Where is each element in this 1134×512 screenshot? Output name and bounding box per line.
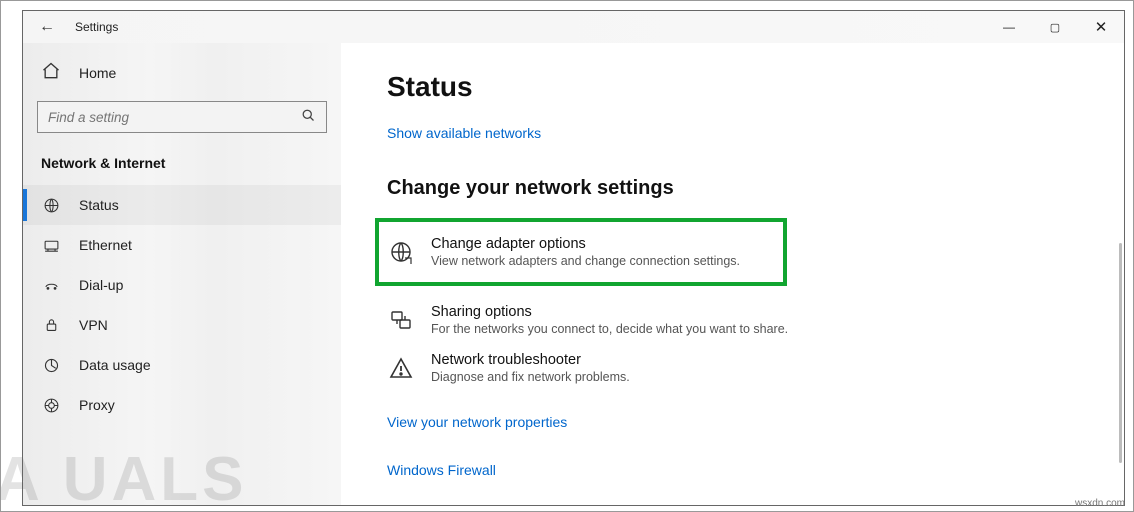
window-title: Settings [75, 20, 118, 34]
maximize-button[interactable]: ▢ [1032, 11, 1078, 43]
option-change-adapter[interactable]: Change adapter options View network adap… [387, 228, 773, 276]
home-label: Home [79, 65, 116, 81]
nav-item-status[interactable]: Status [23, 185, 341, 225]
back-button[interactable]: ← [37, 18, 57, 36]
settings-window: ← Settings ― ▢ ✕ Home [22, 10, 1125, 506]
nav-label: VPN [79, 317, 108, 333]
content-pane: Status Show available networks Change yo… [341, 43, 1124, 505]
nav-item-dialup[interactable]: Dial-up [23, 265, 341, 305]
home-button[interactable]: Home [23, 55, 341, 91]
page-title: Status [387, 71, 1104, 103]
windows-firewall-link[interactable]: Windows Firewall [387, 462, 496, 478]
nav-item-datausage[interactable]: Data usage [23, 345, 341, 385]
troubleshooter-icon [387, 354, 415, 382]
sidebar: Home Network & Internet [23, 43, 341, 505]
nav-label: Status [79, 197, 119, 213]
nav-label: Data usage [79, 357, 151, 373]
minimize-button[interactable]: ― [986, 11, 1032, 43]
nav-item-ethernet[interactable]: Ethernet [23, 225, 341, 265]
search-input[interactable] [37, 101, 327, 133]
view-properties-link[interactable]: View your network properties [387, 414, 567, 430]
show-networks-link[interactable]: Show available networks [387, 125, 541, 141]
nav-label: Ethernet [79, 237, 132, 253]
option-desc: For the networks you connect to, decide … [431, 322, 788, 336]
search-field[interactable] [48, 110, 301, 125]
proxy-icon [41, 395, 61, 415]
category-heading: Network & Internet [41, 155, 341, 171]
globe-icon [41, 195, 61, 215]
search-icon [301, 108, 316, 126]
option-desc: View network adapters and change connect… [431, 254, 740, 268]
close-button[interactable]: ✕ [1078, 11, 1124, 43]
option-title: Change adapter options [431, 236, 740, 252]
nav-list: Status Ethernet Dial-up [23, 185, 341, 425]
ethernet-icon [41, 235, 61, 255]
scrollbar-thumb[interactable] [1119, 243, 1122, 463]
nav-item-proxy[interactable]: Proxy [23, 385, 341, 425]
home-icon [41, 61, 61, 85]
section-heading: Change your network settings [387, 177, 1104, 200]
nav-label: Proxy [79, 397, 115, 413]
option-title: Sharing options [431, 304, 788, 320]
nav-label: Dial-up [79, 277, 123, 293]
option-sharing[interactable]: Sharing options For the networks you con… [387, 296, 827, 344]
nav-item-vpn[interactable]: VPN [23, 305, 341, 345]
highlighted-option: Change adapter options View network adap… [375, 218, 787, 286]
scrollbar[interactable] [1110, 243, 1124, 495]
adapter-icon [387, 238, 415, 266]
data-usage-icon [41, 355, 61, 375]
dialup-icon [41, 275, 61, 295]
titlebar: ← Settings ― ▢ ✕ [23, 11, 1124, 43]
vpn-icon [41, 315, 61, 335]
option-desc: Diagnose and fix network problems. [431, 370, 630, 384]
sharing-icon [387, 306, 415, 334]
option-title: Network troubleshooter [431, 352, 630, 368]
option-troubleshooter[interactable]: Network troubleshooter Diagnose and fix … [387, 344, 827, 392]
